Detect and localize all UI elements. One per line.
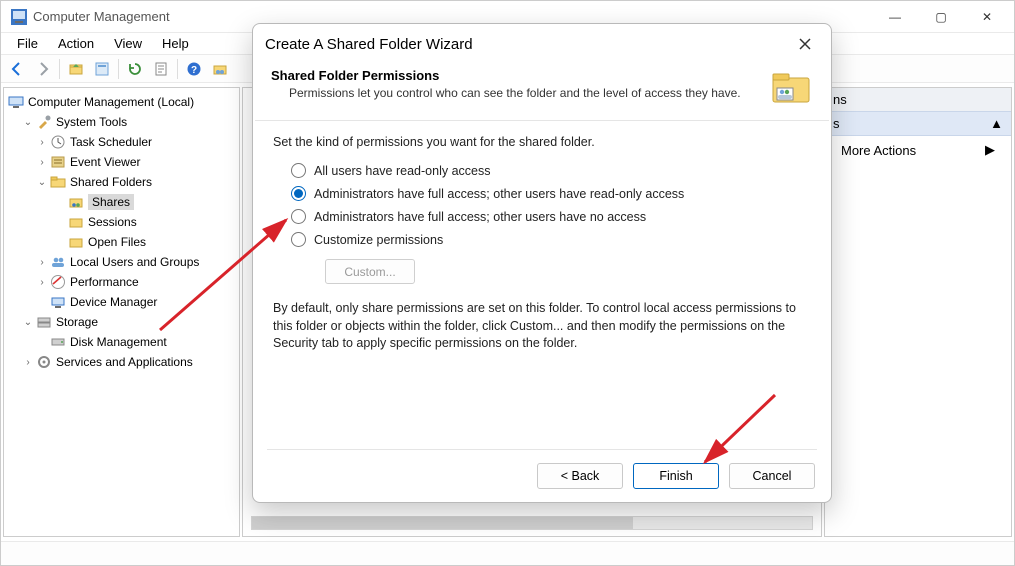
option-admin-full-read[interactable]: Administrators have full access; other u…	[291, 186, 811, 201]
device-icon	[50, 294, 66, 310]
shares-icon	[68, 194, 84, 210]
actions-header: ns	[825, 88, 1011, 111]
tree-task-scheduler[interactable]: ›Task Scheduler	[6, 132, 237, 152]
wizard-heading: Shared Folder Permissions	[271, 68, 761, 83]
storage-icon	[36, 314, 52, 330]
menu-file[interactable]: File	[7, 34, 48, 53]
back-button[interactable]	[5, 57, 29, 81]
custom-button: Custom...	[325, 259, 415, 284]
dialog-close-button[interactable]	[791, 30, 819, 58]
actions-pane: ns s ▲ More Actions ▶	[824, 87, 1012, 537]
help-button[interactable]: ?	[182, 57, 206, 81]
shared-folder-icon	[50, 174, 66, 190]
close-button[interactable]: ✕	[964, 1, 1010, 33]
option-customize[interactable]: Customize permissions	[291, 232, 811, 247]
maximize-button[interactable]: ▢	[918, 1, 964, 33]
cancel-button[interactable]: Cancel	[729, 463, 815, 489]
radio-admin-full-none[interactable]	[291, 209, 306, 224]
disk-icon	[50, 334, 66, 350]
menu-action[interactable]: Action	[48, 34, 104, 53]
collapse-icon: ▲	[990, 116, 1003, 131]
back-button[interactable]: < Back	[537, 463, 623, 489]
tree-local-users[interactable]: ›Local Users and Groups	[6, 252, 237, 272]
close-icon	[798, 37, 812, 51]
option-admin-full-none[interactable]: Administrators have full access; other u…	[291, 209, 811, 224]
wizard-dialog: Create A Shared Folder Wizard Shared Fol…	[252, 23, 832, 503]
services-icon	[36, 354, 52, 370]
tree-shared-folders[interactable]: ⌄Shared Folders	[6, 172, 237, 192]
tree-services-apps[interactable]: ›Services and Applications	[6, 352, 237, 372]
users-icon	[50, 254, 66, 270]
computer-icon	[8, 94, 24, 110]
tree-disk-management[interactable]: Disk Management	[6, 332, 237, 352]
tree-performance[interactable]: ›Performance	[6, 272, 237, 292]
tree-root[interactable]: Computer Management (Local)	[6, 92, 237, 112]
tools-icon	[36, 114, 52, 130]
nav-tree[interactable]: Computer Management (Local) ⌄System Tool…	[3, 87, 240, 537]
actions-section[interactable]: s ▲	[825, 111, 1011, 136]
wizard-lead: Set the kind of permissions you want for…	[273, 135, 811, 149]
dialog-title: Create A Shared Folder Wizard	[265, 36, 473, 53]
statusbar	[1, 541, 1014, 565]
actions-more[interactable]: More Actions ▶	[825, 136, 1011, 164]
performance-icon	[50, 274, 66, 290]
radio-admin-full-read[interactable]	[291, 186, 306, 201]
sessions-icon	[68, 214, 84, 230]
export-button[interactable]	[149, 57, 173, 81]
tree-device-manager[interactable]: Device Manager	[6, 292, 237, 312]
horizontal-scrollbar[interactable]	[251, 516, 813, 530]
wizard-subheading: Permissions let you control who can see …	[271, 85, 761, 101]
event-icon	[50, 154, 66, 170]
shared-folder-large-icon	[769, 68, 813, 108]
properties-button[interactable]	[90, 57, 114, 81]
minimize-button[interactable]: —	[872, 1, 918, 33]
radio-customize[interactable]	[291, 232, 306, 247]
new-share-button[interactable]	[208, 57, 232, 81]
tree-shares[interactable]: Shares	[6, 192, 237, 212]
open-files-icon	[68, 234, 84, 250]
svg-text:?: ?	[191, 65, 197, 76]
menu-view[interactable]: View	[104, 34, 152, 53]
radio-read-only[interactable]	[291, 163, 306, 178]
menu-help[interactable]: Help	[152, 34, 199, 53]
tree-storage[interactable]: ⌄Storage	[6, 312, 237, 332]
tree-system-tools[interactable]: ⌄System Tools	[6, 112, 237, 132]
up-button[interactable]	[64, 57, 88, 81]
chevron-right-icon: ▶	[985, 142, 995, 158]
wizard-note: By default, only share permissions are s…	[273, 300, 811, 353]
refresh-button[interactable]	[123, 57, 147, 81]
forward-button[interactable]	[31, 57, 55, 81]
clock-icon	[50, 134, 66, 150]
tree-event-viewer[interactable]: ›Event Viewer	[6, 152, 237, 172]
finish-button[interactable]: Finish	[633, 463, 719, 489]
app-icon	[11, 9, 27, 25]
tree-open-files[interactable]: Open Files	[6, 232, 237, 252]
option-read-only[interactable]: All users have read-only access	[291, 163, 811, 178]
window-title: Computer Management	[33, 9, 170, 24]
tree-sessions[interactable]: Sessions	[6, 212, 237, 232]
